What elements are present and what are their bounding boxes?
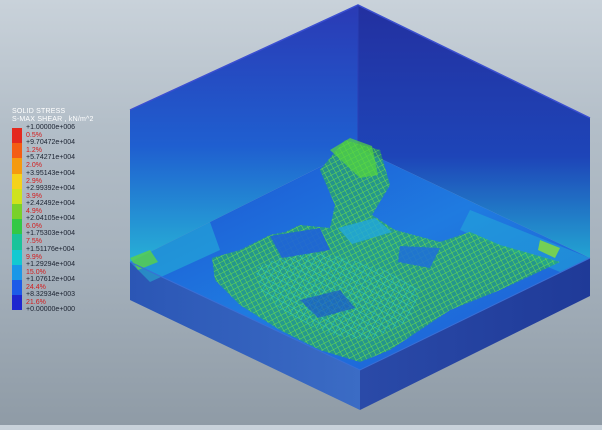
legend-value: +1.07612e+004 xyxy=(26,276,76,283)
legend-value: +1.29294e+004 xyxy=(26,260,76,268)
legend-value: +3.95143e+004 xyxy=(26,169,76,177)
legend-swatch xyxy=(12,295,22,311)
legend-value: +0.00000e+000 xyxy=(26,306,76,314)
legend-swatch xyxy=(12,204,22,220)
legend-swatch xyxy=(12,280,22,296)
legend-value: +2.42492e+004 xyxy=(26,200,76,207)
legend-value: +2.04105e+004 xyxy=(26,215,76,223)
legend-value: +5.74271e+004 xyxy=(26,154,76,162)
legend-value: +9.70472e+004 xyxy=(26,139,76,147)
legend-swatch xyxy=(12,128,22,144)
legend-color-bar xyxy=(12,128,22,311)
legend-swatch xyxy=(12,264,22,280)
legend-swatch xyxy=(12,173,22,189)
legend-swatch xyxy=(12,158,22,174)
legend-swatch xyxy=(12,143,22,159)
legend-value: +1.51176e+004 xyxy=(26,245,75,253)
legend-subtitle: S-MAX SHEAR , kN/m^2 xyxy=(12,116,94,123)
legend-swatch xyxy=(12,234,22,250)
stress-legend: SOLID STRESS S-MAX SHEAR , kN/m^2 +1.000… xyxy=(8,108,168,328)
legend-title: SOLID STRESS xyxy=(12,108,66,115)
legend-value: +1.00000e+006 xyxy=(26,124,76,131)
legend-value: +2.99392e+004 xyxy=(26,184,76,192)
legend-value: +8.32934e+003 xyxy=(26,291,76,299)
legend-value: +1.75303e+004 xyxy=(26,230,76,238)
legend-swatch xyxy=(12,188,22,204)
legend-swatch xyxy=(12,219,22,235)
legend-swatch xyxy=(12,249,22,265)
